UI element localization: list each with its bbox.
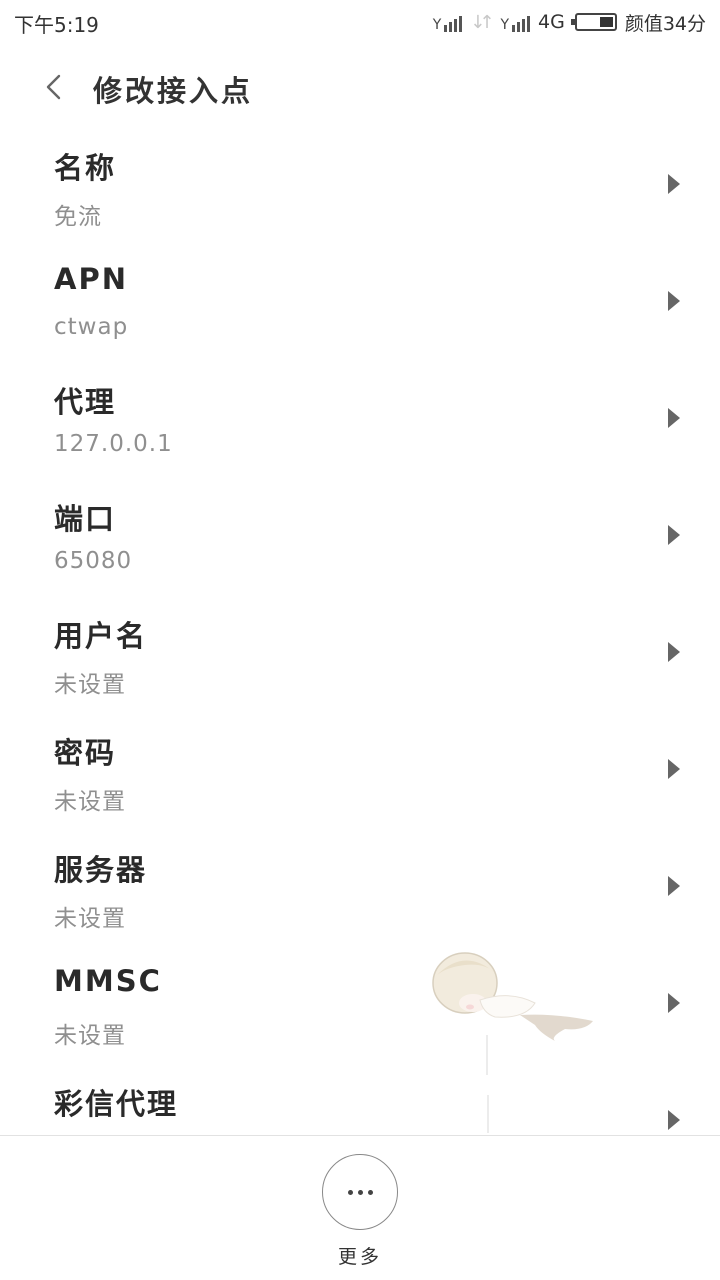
decorative-sticker xyxy=(432,952,593,1133)
field-row-server[interactable]: 服务器 未设置 xyxy=(0,827,720,944)
signal-icon-2: Y xyxy=(500,12,530,32)
status-bar: 下午5:19 Y ↓↑ Y 4G 颜值34分 xyxy=(0,0,720,44)
field-label: 服务器 xyxy=(54,853,148,887)
field-value: 未设置 xyxy=(54,1023,126,1049)
more-dots-icon xyxy=(347,1189,373,1195)
field-label: 用户名 xyxy=(54,619,148,653)
field-label: 名称 xyxy=(54,151,117,185)
status-icons: Y ↓↑ Y 4G 颜值34分 xyxy=(433,9,706,35)
header: 修改接入点 xyxy=(0,52,720,124)
field-row-mmsc[interactable]: MMSC 未设置 xyxy=(0,944,720,1061)
field-value: 127.0.0.1 xyxy=(54,431,173,457)
field-label: APN xyxy=(54,262,128,296)
triangle-right-icon xyxy=(668,174,680,194)
more-button[interactable] xyxy=(322,1154,398,1230)
field-row-apn[interactable]: APN ctwap xyxy=(0,242,720,359)
triangle-right-icon xyxy=(668,642,680,662)
status-time: 下午5:19 xyxy=(14,13,99,37)
data-arrows-icon: ↓↑ xyxy=(470,11,494,33)
field-row-mms-proxy[interactable]: 彩信代理 xyxy=(0,1061,720,1135)
field-label: MMSC xyxy=(54,964,162,998)
page-title: 修改接入点 xyxy=(93,74,254,108)
triangle-right-icon xyxy=(668,408,680,428)
field-label: 彩信代理 xyxy=(54,1087,179,1121)
signal-icon: Y xyxy=(433,12,463,32)
field-row-proxy[interactable]: 代理 127.0.0.1 xyxy=(0,359,720,476)
field-label: 代理 xyxy=(54,385,117,419)
more-label[interactable]: 更多 xyxy=(0,1242,720,1269)
triangle-right-icon xyxy=(668,291,680,311)
field-value: 未设置 xyxy=(54,906,126,932)
triangle-right-icon xyxy=(668,759,680,779)
field-value: 未设置 xyxy=(54,789,126,815)
triangle-right-icon xyxy=(668,1110,680,1130)
field-label: 密码 xyxy=(54,736,117,770)
triangle-right-icon xyxy=(668,876,680,896)
triangle-right-icon xyxy=(668,993,680,1013)
chevron-left-icon[interactable] xyxy=(40,72,70,102)
field-label: 端口 xyxy=(54,502,117,536)
field-row-port[interactable]: 端口 65080 xyxy=(0,476,720,593)
field-value: 免流 xyxy=(54,204,102,230)
field-row-password[interactable]: 密码 未设置 xyxy=(0,710,720,827)
triangle-right-icon xyxy=(668,525,680,545)
field-row-name[interactable]: 名称 免流 xyxy=(0,125,720,242)
apn-field-list: 名称 免流 APN ctwap 代理 127.0.0.1 端口 65080 用户… xyxy=(0,125,720,1135)
field-row-username[interactable]: 用户名 未设置 xyxy=(0,593,720,710)
battery-text: 颜值34分 xyxy=(624,12,706,35)
field-value: 65080 xyxy=(54,548,133,574)
field-value: 未设置 xyxy=(54,672,126,698)
network-type: 4G xyxy=(538,11,565,33)
field-value: ctwap xyxy=(54,314,129,340)
battery-icon xyxy=(570,13,617,31)
bottom-action-bar: 更多 xyxy=(0,1135,720,1280)
